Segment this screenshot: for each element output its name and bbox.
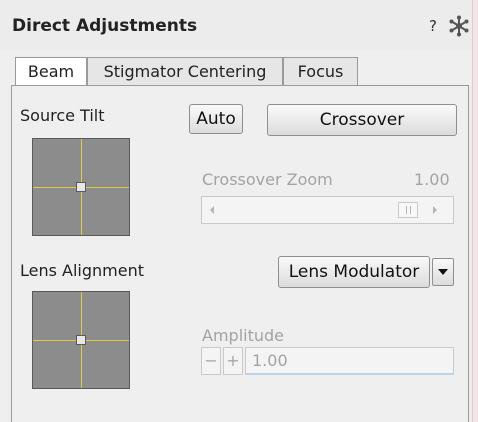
- tab-beam-label: Beam: [27, 62, 75, 81]
- direct-adjustments-panel: Direct Adjustments ? Beam Stigmator Cent…: [0, 0, 473, 422]
- minus-icon: −: [204, 351, 218, 370]
- crossover-button-label: Crossover: [319, 110, 405, 130]
- tab-beam[interactable]: Beam: [15, 57, 87, 87]
- source-tilt-pad[interactable]: [32, 138, 130, 236]
- tab-stigmator-centering-label: Stigmator Centering: [103, 62, 267, 81]
- slider-right-arrow-icon[interactable]: [431, 205, 439, 215]
- beam-tab-content: Source Tilt Auto Crossover Crossover Zoo…: [11, 85, 469, 422]
- amplitude-decrement-button[interactable]: −: [201, 347, 221, 375]
- lens-modulator-button[interactable]: Lens Modulator: [278, 256, 430, 288]
- lens-alignment-pad[interactable]: [32, 291, 130, 389]
- slider-thumb-grip-right: [410, 206, 411, 214]
- amplitude-increment-button[interactable]: +: [223, 347, 243, 375]
- lens-modulator-label: Lens Modulator: [288, 262, 420, 282]
- plus-icon: +: [226, 351, 240, 370]
- tab-focus[interactable]: Focus: [283, 57, 358, 85]
- question-icon[interactable]: ?: [429, 17, 437, 35]
- chevron-down-icon: [438, 269, 448, 275]
- crossover-zoom-value: 1.00: [414, 170, 450, 189]
- amplitude-value: 1.00: [252, 351, 288, 370]
- tab-stigmator-centering[interactable]: Stigmator Centering: [87, 57, 283, 85]
- amplitude-stepper: − + 1.00: [201, 347, 454, 375]
- auto-button-label: Auto: [196, 109, 236, 129]
- slider-left-arrow-icon[interactable]: [208, 205, 216, 215]
- amplitude-input[interactable]: 1.00: [245, 347, 454, 375]
- crossover-zoom-slider[interactable]: [201, 196, 454, 224]
- source-tilt-handle[interactable]: [76, 182, 86, 192]
- lens-alignment-label: Lens Alignment: [20, 261, 145, 280]
- auto-button[interactable]: Auto: [189, 104, 243, 134]
- slider-thumb-grip-left: [406, 206, 407, 214]
- crossover-button[interactable]: Crossover: [267, 104, 457, 136]
- amplitude-label: Amplitude: [202, 326, 284, 345]
- lens-alignment-handle[interactable]: [76, 335, 86, 345]
- slider-thumb[interactable]: [398, 202, 418, 218]
- source-tilt-label: Source Tilt: [20, 106, 105, 125]
- panel-header: Direct Adjustments ?: [0, 0, 472, 50]
- crossover-zoom-label: Crossover Zoom: [202, 170, 333, 189]
- lens-modulator-dropdown[interactable]: [432, 258, 454, 286]
- molecule-settings-icon[interactable]: [448, 15, 470, 37]
- tab-focus-label: Focus: [297, 62, 344, 81]
- panel-title: Direct Adjustments: [12, 16, 198, 36]
